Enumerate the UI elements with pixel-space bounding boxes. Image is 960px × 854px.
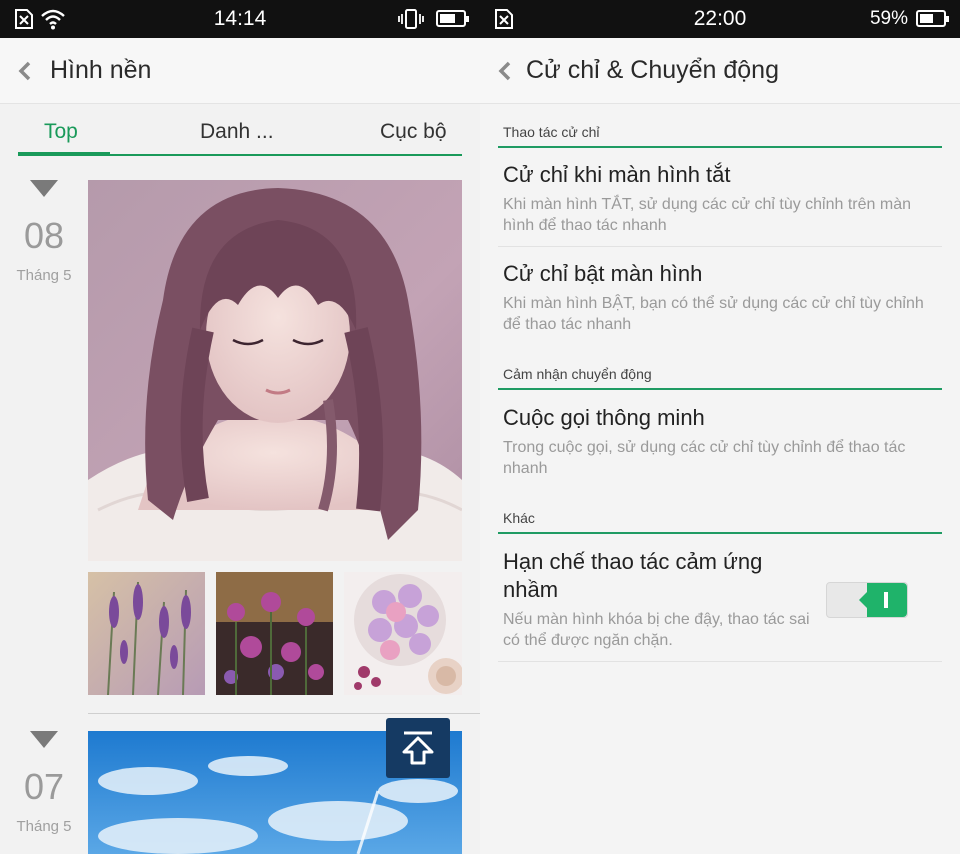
battery-icon	[436, 10, 469, 27]
setting-description: Nếu màn hình khóa bị che đậy, thao tác s…	[503, 611, 810, 649]
toggle-knob	[859, 583, 907, 617]
chevron-left-icon[interactable]	[16, 60, 34, 82]
date-day: 08	[23, 215, 65, 256]
date-group-header: 08 Tháng 5	[0, 180, 88, 284]
battery-level	[920, 14, 933, 23]
page-title: Hình nền	[50, 56, 152, 84]
wallpaper-thumbnail[interactable]	[344, 572, 462, 695]
gesture-motion-screen: 22:00 59% Cử chỉ & Chuyển động Thao tác …	[480, 0, 960, 854]
tab-indicator	[18, 152, 110, 156]
section-header-gesture: Thao tác cử chỉ	[498, 110, 942, 148]
setting-description: Khi màn hình TẮT, sử dụng các cử chỉ tùy…	[503, 196, 911, 234]
setting-title: Cử chỉ bật màn hình	[503, 261, 703, 286]
setting-screen-on-gestures[interactable]: Cử chỉ bật màn hình Khi màn hình BẬT, bạ…	[498, 260, 942, 346]
section-header-label: Khác	[503, 510, 535, 526]
prevent-accidental-touch-toggle[interactable]	[826, 582, 908, 618]
setting-description: Trong cuộc gọi, sử dụng các cử chỉ tùy c…	[503, 439, 906, 477]
wallpaper-thumbnail-large[interactable]	[88, 180, 462, 561]
tab-category[interactable]: Danh ...	[200, 120, 274, 144]
battery-icon	[916, 10, 949, 27]
setting-smart-call[interactable]: Cuộc gọi thông minh Trong cuộc gọi, sử d…	[498, 404, 942, 490]
collapse-triangle-icon[interactable]	[30, 180, 58, 197]
status-bar: 14:14	[0, 0, 480, 38]
arrow-up-to-top-icon	[402, 731, 434, 765]
tab-top[interactable]: Top	[44, 120, 78, 144]
status-bar: 22:00 59%	[480, 0, 960, 38]
app-bar: Hình nền	[0, 38, 480, 104]
setting-description: Khi màn hình BẬT, bạn có thể sử dụng các…	[503, 295, 924, 333]
setting-title: Cuộc gọi thông minh	[503, 405, 705, 430]
tab-local[interactable]: Cục bộ	[380, 120, 447, 144]
wallpaper-thumbnail[interactable]	[216, 572, 333, 695]
wallpaper-thumbnail[interactable]	[88, 572, 205, 695]
chevron-left-icon[interactable]	[496, 60, 514, 82]
page-title: Cử chỉ & Chuyển động	[526, 56, 779, 84]
date-day: 07	[23, 766, 65, 807]
vibrate-icon	[398, 9, 424, 29]
app-bar: Cử chỉ & Chuyển động	[480, 38, 960, 104]
date-month: Tháng 5	[16, 267, 72, 284]
section-header-other: Khác	[498, 496, 942, 534]
section-header-label: Thao tác cử chỉ	[503, 124, 600, 140]
setting-screen-off-gestures[interactable]: Cử chỉ khi màn hình tắt Khi màn hình TẮT…	[498, 161, 942, 247]
section-header-motion: Cảm nhận chuyển động	[498, 352, 942, 390]
setting-title: Cử chỉ khi màn hình tắt	[503, 162, 731, 187]
battery-percent: 59%	[869, 8, 908, 29]
date-group-header: 07 Tháng 5	[0, 731, 88, 835]
collapse-triangle-icon[interactable]	[30, 731, 58, 748]
group-separator	[88, 713, 480, 714]
setting-title: Hạn chế thao tác cảm ứng nhầm	[503, 549, 763, 602]
date-month: Tháng 5	[16, 818, 72, 835]
tab-bar: Top Danh ... Cục bộ	[18, 104, 462, 156]
wallpaper-screen: 14:14 Hình nền Top Danh ... Cục bộ 08 Th…	[0, 0, 480, 854]
battery-level	[440, 14, 456, 23]
scroll-to-top-button[interactable]	[386, 718, 450, 778]
section-header-label: Cảm nhận chuyển động	[503, 366, 652, 382]
